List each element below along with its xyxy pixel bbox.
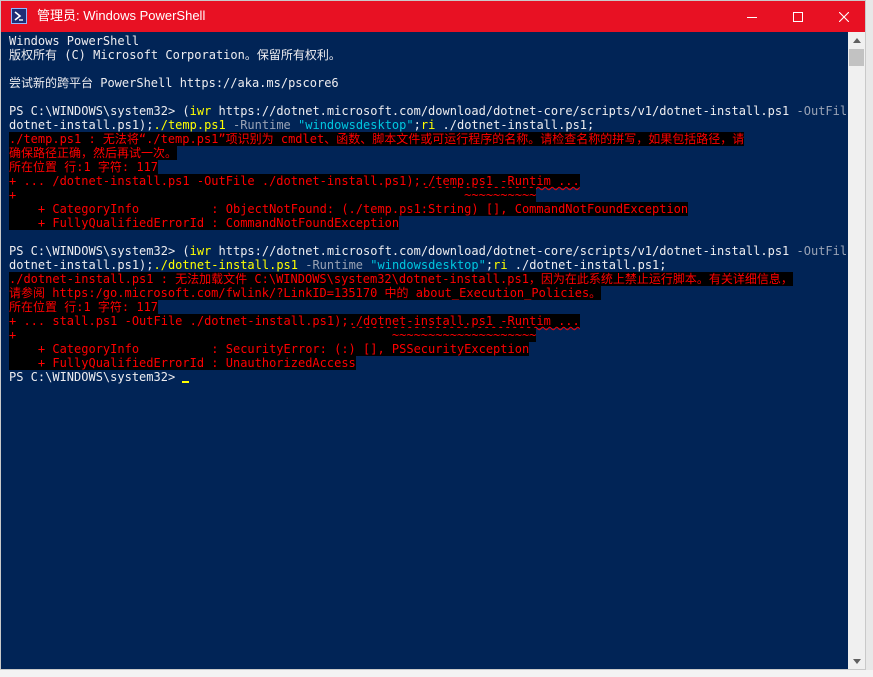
text-cursor bbox=[182, 381, 190, 383]
console-text: ./temp.ps1 : 无法将“./temp.ps1”项识别为 cmdlet、… bbox=[9, 132, 745, 146]
console-text: ./dotnet-install.ps1 -Runtim ... bbox=[348, 314, 580, 328]
console-text: + ... /dotnet-install.ps1 -OutFile ./dot… bbox=[9, 174, 421, 188]
console-line: + FullyQualifiedErrorId : UnauthorizedAc… bbox=[9, 356, 356, 370]
console-text: ./dotnet-install.ps1; bbox=[435, 118, 595, 132]
console-text: ./dotnet-install.ps1 : 无法加载文件 C:\WINDOWS… bbox=[9, 272, 793, 286]
console-line: + ... stall.ps1 -OutFile ./dotnet-instal… bbox=[9, 314, 580, 328]
console-text: -OutFile bbox=[796, 244, 847, 258]
close-icon bbox=[839, 11, 849, 22]
console-text: -OutFile bbox=[796, 104, 847, 118]
console-text: dotnet-install.ps1); bbox=[9, 118, 154, 132]
console-line: 请参阅 https:/go.microsoft.com/fwlink/?Link… bbox=[9, 286, 602, 300]
console-line: + ~~~~~~~~~~~~~~~~~~~~ bbox=[9, 328, 537, 342]
powershell-window: 管理员: Windows PowerShell Windows PowerShe… bbox=[0, 0, 866, 670]
minimize-button[interactable] bbox=[729, 1, 775, 32]
console-text: + ... stall.ps1 -OutFile ./dotnet-instal… bbox=[9, 314, 349, 328]
console-text: https://dotnet.microsoft.com/download/do… bbox=[211, 104, 797, 118]
console-line: 所在位置 行:1 字符: 117 bbox=[9, 160, 159, 174]
console-line: + ~~~~~~~~~~ bbox=[9, 188, 537, 202]
console-line: + ... /dotnet-install.ps1 -OutFile ./dot… bbox=[9, 174, 580, 188]
console-text: Windows PowerShell bbox=[9, 34, 140, 48]
console-line: dotnet-install.ps1);./dotnet-install.ps1… bbox=[9, 258, 667, 272]
console-text: 请参阅 https:/go.microsoft.com/fwlink/?Link… bbox=[9, 286, 602, 300]
console-line: PS C:\WINDOWS\system32> (iwr https://dot… bbox=[9, 104, 847, 118]
console-text: PS C:\WINDOWS\system32> bbox=[9, 370, 183, 384]
console-line: dotnet-install.ps1);./temp.ps1 -Runtime … bbox=[9, 118, 594, 132]
console-text: + CategoryInfo : ObjectNotFound: (./temp… bbox=[9, 202, 689, 216]
console-text: ; bbox=[485, 258, 494, 272]
vertical-scrollbar[interactable] bbox=[848, 32, 865, 669]
console-text: 所在位置 行:1 字符: 117 bbox=[9, 300, 159, 314]
console-text: + FullyQualifiedErrorId : UnauthorizedAc… bbox=[9, 356, 356, 370]
scroll-up-button[interactable] bbox=[848, 32, 865, 49]
scroll-down-button[interactable] bbox=[848, 653, 865, 669]
console-text: ./temp.ps1 bbox=[153, 118, 226, 132]
scroll-up-arrow-icon bbox=[852, 38, 861, 43]
console-line: 所在位置 行:1 字符: 117 bbox=[9, 300, 159, 314]
console-text: ( bbox=[182, 104, 190, 118]
console-line: + FullyQualifiedErrorId : CommandNotFoun… bbox=[9, 216, 400, 230]
console-text: 确保路径正确，然后再试一次。 bbox=[9, 146, 178, 160]
minimize-icon bbox=[747, 16, 757, 18]
console-line: Windows PowerShell bbox=[9, 34, 139, 48]
console-line: 版权所有 (C) Microsoft Corporation。保留所有权利。 bbox=[9, 48, 341, 62]
console-text: "windowsdesktop" bbox=[298, 118, 414, 132]
console-text: 尝试新的跨平台 PowerShell https://aka.ms/pscore… bbox=[9, 76, 339, 90]
console-text: + ~~~~~~~~~~ bbox=[9, 188, 537, 202]
console-text: 所在位置 行:1 字符: 117 bbox=[9, 160, 159, 174]
console-text: ; bbox=[413, 118, 421, 132]
console-text: https://dotnet.microsoft.com/download/do… bbox=[211, 244, 797, 258]
scroll-down-arrow-icon bbox=[852, 659, 861, 664]
maximize-icon bbox=[793, 11, 803, 22]
console-text: "windowsdesktop" bbox=[370, 258, 486, 272]
console-text: ri bbox=[420, 118, 436, 132]
console-line: ./temp.ps1 : 无法将“./temp.ps1”项识别为 cmdlet、… bbox=[9, 132, 745, 146]
window-title: 管理员: Windows PowerShell bbox=[37, 8, 206, 23]
console-text: dotnet-install.ps1); bbox=[9, 258, 154, 272]
console-text: + CategoryInfo : SecurityError: (:) [], … bbox=[9, 342, 530, 356]
console-text: ./temp.ps1 -Runtim ... bbox=[420, 174, 580, 188]
console-text: -Runtime bbox=[305, 258, 364, 272]
console-line: + CategoryInfo : SecurityError: (:) [], … bbox=[9, 342, 530, 356]
console-text: ( bbox=[182, 244, 190, 258]
console-text: 版权所有 (C) Microsoft Corporation。保留所有权利。 bbox=[9, 48, 341, 62]
console-text: iwr bbox=[189, 244, 212, 258]
console-line: PS C:\WINDOWS\system32> bbox=[9, 370, 190, 384]
console-text: + ~~~~~~~~~~~~~~~~~~~~ bbox=[9, 328, 537, 342]
close-button[interactable] bbox=[821, 1, 865, 32]
console-text: iwr bbox=[189, 104, 212, 118]
maximize-button[interactable] bbox=[775, 1, 821, 32]
console-line: 尝试新的跨平台 PowerShell https://aka.ms/pscore… bbox=[9, 76, 339, 90]
powershell-icon[interactable] bbox=[11, 8, 27, 24]
desktop-background-bottom bbox=[0, 670, 873, 677]
console-text: PS C:\WINDOWS\system32> bbox=[9, 244, 183, 258]
console-line: 确保路径正确，然后再试一次。 bbox=[9, 146, 178, 160]
title-bar[interactable]: 管理员: Windows PowerShell bbox=[1, 1, 865, 32]
console-output[interactable]: Windows PowerShell 版权所有 (C) Microsoft Cor… bbox=[9, 32, 847, 669]
desktop-background bbox=[866, 0, 873, 677]
console-text: PS C:\WINDOWS\system32> bbox=[9, 104, 183, 118]
scroll-thumb[interactable] bbox=[849, 49, 864, 66]
console-text: ./dotnet-install.ps1 bbox=[153, 258, 299, 272]
console-line: + CategoryInfo : ObjectNotFound: (./temp… bbox=[9, 202, 689, 216]
console-text: ri bbox=[493, 258, 508, 272]
console-line: PS C:\WINDOWS\system32> (iwr https://dot… bbox=[9, 244, 847, 258]
console-text: -Runtime bbox=[232, 118, 291, 132]
console-line: ./dotnet-install.ps1 : 无法加载文件 C:\WINDOWS… bbox=[9, 272, 793, 286]
console-text: ./dotnet-install.ps1; bbox=[507, 258, 667, 272]
console-text: + FullyQualifiedErrorId : CommandNotFoun… bbox=[9, 216, 400, 230]
